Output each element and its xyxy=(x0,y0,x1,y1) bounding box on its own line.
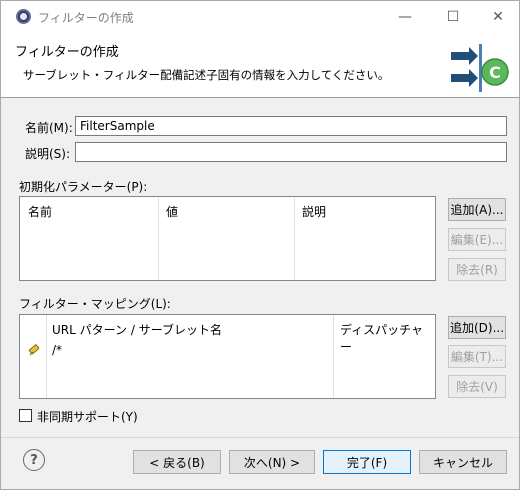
column-header-description[interactable]: 説明 xyxy=(302,203,326,220)
dialog-window: フィルターの作成 — ☐ ✕ フィルターの作成 サーブレット・フィルター配備記述… xyxy=(0,0,520,490)
title-bar: フィルターの作成 — ☐ ✕ xyxy=(1,1,519,32)
filter-mappings-table[interactable]: URL パターン / サーブレット名 ディスパッチャー /* xyxy=(19,314,436,399)
maximize-button[interactable]: ☐ xyxy=(430,1,476,32)
name-input[interactable] xyxy=(75,116,507,136)
mappings-remove-button[interactable]: 除去(V) xyxy=(448,375,506,398)
init-params-table[interactable]: 名前 値 説明 xyxy=(19,196,436,281)
eclipse-icon xyxy=(16,9,31,24)
window-title: フィルターの作成 xyxy=(38,11,134,25)
close-button[interactable]: ✕ xyxy=(475,1,521,32)
async-support-label[interactable]: 非同期サポート(Y) xyxy=(37,408,138,425)
finish-button[interactable]: 完了(F) xyxy=(323,450,411,474)
footer-divider xyxy=(1,437,519,438)
page-title: フィルターの作成 xyxy=(15,45,119,60)
column-header-name[interactable]: 名前 xyxy=(28,203,52,220)
column-header-url-pattern[interactable]: URL パターン / サーブレット名 xyxy=(52,321,222,338)
next-button[interactable]: 次へ(N) > xyxy=(229,450,315,474)
column-header-value[interactable]: 値 xyxy=(166,203,178,220)
back-button[interactable]: < 戻る(B) xyxy=(133,450,221,474)
wizard-header: フィルターの作成 サーブレット・フィルター配備記述子固有の情報を入力してください… xyxy=(1,32,519,98)
description-label: 説明(S): xyxy=(25,147,71,161)
column-divider xyxy=(294,197,295,280)
background-strip-bottom xyxy=(0,490,530,494)
mappings-edit-button[interactable]: 編集(T)... xyxy=(448,345,506,368)
background-strip xyxy=(520,0,530,494)
minimize-button[interactable]: — xyxy=(382,1,428,32)
svg-text:C: C xyxy=(489,63,501,82)
mappings-add-button[interactable]: 追加(D)... xyxy=(448,316,506,339)
page-description: サーブレット・フィルター配備記述子固有の情報を入力してください。 xyxy=(23,68,390,82)
filter-mappings-label: フィルター・マッピング(L): xyxy=(19,297,171,311)
column-divider xyxy=(158,197,159,280)
description-input[interactable] xyxy=(75,142,507,162)
init-params-remove-button[interactable]: 除去(R) xyxy=(448,258,506,281)
help-icon[interactable]: ? xyxy=(23,449,45,471)
name-label: 名前(M): xyxy=(25,121,73,135)
async-support-checkbox[interactable] xyxy=(19,409,32,422)
init-params-edit-button[interactable]: 編集(E)... xyxy=(448,228,506,251)
table-row[interactable]: /* xyxy=(20,341,435,361)
mapping-pen-icon xyxy=(28,344,40,356)
new-filter-wizard-icon: C xyxy=(451,44,509,92)
init-params-add-button[interactable]: 追加(A)... xyxy=(448,198,506,221)
cancel-button[interactable]: キャンセル xyxy=(419,450,507,474)
init-params-label: 初期化パラメーター(P): xyxy=(19,180,148,194)
mapping-pattern-cell: /* xyxy=(52,343,63,357)
